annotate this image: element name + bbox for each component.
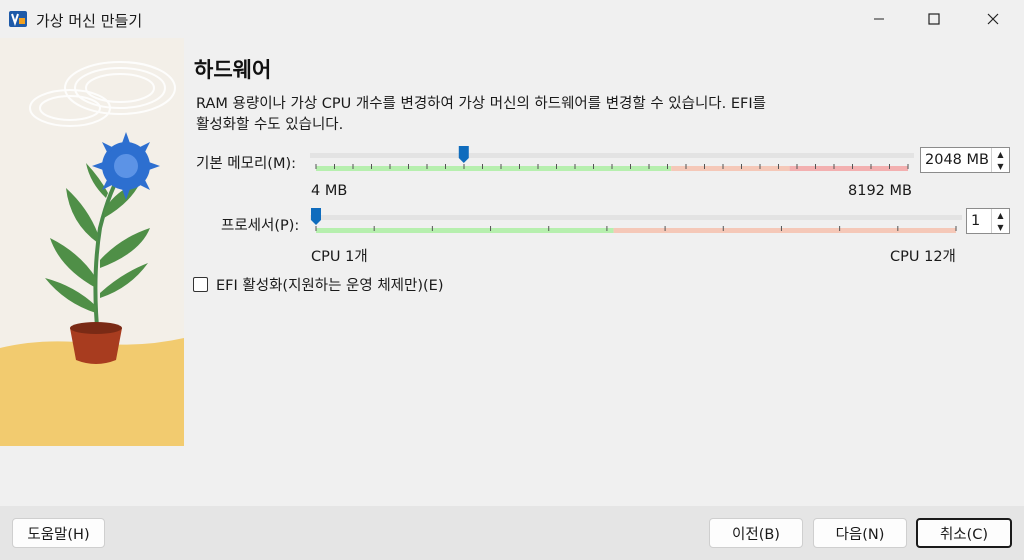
help-button[interactable]: 도움말(H) xyxy=(12,518,105,548)
memory-max-label: 8192 MB xyxy=(848,183,912,199)
back-button[interactable]: 이전(B) xyxy=(709,518,803,548)
next-button[interactable]: 다음(N) xyxy=(813,518,907,548)
slider-zone xyxy=(789,166,908,171)
window-title: 가상 머신 만들기 xyxy=(36,12,143,30)
cancel-button[interactable]: 취소(C) xyxy=(916,518,1012,548)
slider-zone xyxy=(671,166,790,171)
page-description: RAM 용량이나 가상 CPU 개수를 변경하여 가상 머신의 하드웨어를 변경… xyxy=(196,94,876,136)
slider-track xyxy=(310,215,962,220)
processor-label: 프로세서(P): xyxy=(221,218,300,234)
increment-icon[interactable]: ▲ xyxy=(992,148,1009,160)
processor-max-label: CPU 12개 xyxy=(890,249,956,265)
processor-value: 1 xyxy=(971,213,981,229)
efi-label: EFI 활성화(지원하는 운영 체제만)(E) xyxy=(216,278,444,294)
memory-label: 기본 메모리(M): xyxy=(196,156,297,172)
slider-track xyxy=(310,153,914,158)
memory-slider-thumb[interactable] xyxy=(458,146,469,163)
processor-spinbox[interactable]: 1 ▲ ▼ xyxy=(966,208,1010,234)
memory-spinbox[interactable]: 2048 MB ▲ ▼ xyxy=(920,147,1010,173)
efi-checkbox[interactable] xyxy=(193,277,208,292)
processor-slider-thumb[interactable] xyxy=(311,208,321,225)
title-bar: 가상 머신 만들기 xyxy=(0,0,1024,38)
maximize-icon xyxy=(928,13,940,25)
increment-icon[interactable]: ▲ xyxy=(992,209,1009,221)
slider-zone xyxy=(316,228,614,233)
processor-min-label: CPU 1개 xyxy=(311,249,368,265)
description-line-2: 활성화할 수도 있습니다. xyxy=(196,117,344,133)
virtualbox-icon xyxy=(9,11,27,27)
memory-value: 2048 MB xyxy=(925,152,989,168)
efi-option[interactable]: EFI 활성화(지원하는 운영 체제만)(E) xyxy=(193,274,443,295)
create-vm-dialog: 가상 머신 만들기 하드웨어 RAM 용량이나 가상 CPU 개수를 변경하여 … xyxy=(0,0,1024,560)
maximize-button[interactable] xyxy=(911,0,957,38)
minimize-icon xyxy=(874,18,884,20)
processor-slider[interactable] xyxy=(310,206,962,240)
slider-zone xyxy=(316,166,672,171)
page-heading: 하드웨어 xyxy=(194,58,272,82)
memory-min-label: 4 MB xyxy=(311,183,348,199)
close-icon xyxy=(987,13,999,25)
wizard-illustration xyxy=(0,38,184,446)
description-line-1: RAM 용량이나 가상 CPU 개수를 변경하여 가상 머신의 하드웨어를 변경… xyxy=(196,96,766,112)
decrement-icon[interactable]: ▼ xyxy=(992,221,1009,233)
memory-slider[interactable] xyxy=(310,144,914,178)
close-button[interactable] xyxy=(970,0,1016,38)
minimize-button[interactable] xyxy=(856,0,902,38)
decrement-icon[interactable]: ▼ xyxy=(992,160,1009,172)
